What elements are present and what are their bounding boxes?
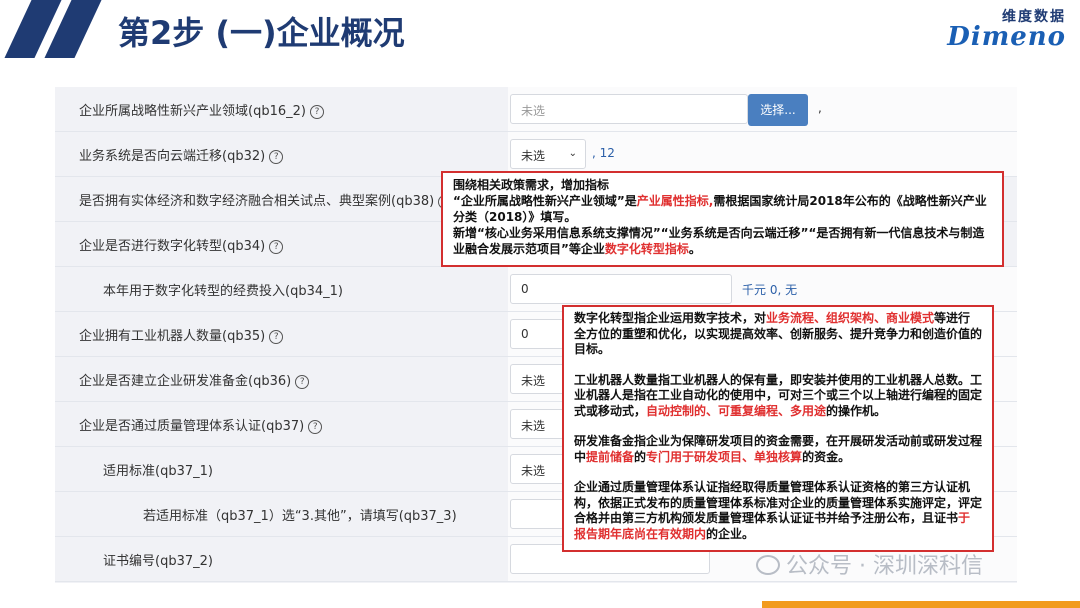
- field-label: 企业是否通过质量管理体系认证(qb37)?: [79, 415, 323, 434]
- chevron-down-icon: ⌄: [568, 148, 577, 159]
- definition-paragraph: 研发准备金指企业为保障研发项目的资金需要，在开展研发活动前或研发过程中提前储备的…: [574, 434, 983, 464]
- page-title: 第2步 (一)企业概况: [118, 14, 405, 52]
- help-icon[interactable]: ?: [295, 375, 310, 389]
- funding-input[interactable]: 0: [510, 274, 732, 304]
- definitions-callout: 数字化转型指企业运用数字技术，对业务流程、组织架构、商业模式等进行全方位的重塑和…: [562, 305, 994, 552]
- field-note: 千元 0, 无: [742, 283, 798, 297]
- dimeno-logo: 维度数据 Dimeno: [936, 6, 1066, 52]
- field-label: 企业所属战略性新兴产业领域(qb16_2)?: [79, 100, 324, 119]
- field-cell: 未选 选择... ,: [508, 87, 1017, 131]
- accent-bar: [762, 601, 1080, 608]
- definition-paragraph: 工业机器人数量指工业机器人的保有量，即安装并使用的工业机器人总数。工业机器人是指…: [574, 372, 983, 418]
- form-row: 企业所属战略性新兴产业领域(qb16_2)? 未选 选择... ,: [55, 87, 1017, 132]
- field-label: 企业是否建立企业研发准备金(qb36)?: [79, 370, 310, 389]
- help-icon[interactable]: ?: [308, 420, 323, 434]
- field-label: 若适用标准（qb37_1）选“3.其他”，请填写(qb37_3): [143, 509, 457, 524]
- help-icon[interactable]: ?: [309, 105, 324, 119]
- policy-callout: 围绕相关政策需求，增加指标 “企业所属战略性新兴产业领域”是产业属性指标,需根据…: [441, 171, 1004, 267]
- field-cell: 未选 ⌄ , 12: [508, 132, 1017, 176]
- field-note: ,: [818, 101, 822, 115]
- industry-input[interactable]: 未选: [510, 94, 748, 124]
- field-label: 适用标准(qb37_1): [103, 464, 213, 479]
- cloud-migration-select[interactable]: 未选 ⌄: [510, 139, 586, 169]
- field-label: 企业拥有工业机器人数量(qb35)?: [79, 325, 284, 344]
- choose-button[interactable]: 选择...: [748, 94, 808, 126]
- watermark: 公众号 · 深圳深科信: [756, 548, 983, 580]
- callout-line: “企业所属战略性新兴产业领域”是产业属性指标,需根据国家统计局2018年公布的《…: [453, 194, 987, 224]
- callout-line: 围绕相关政策需求，增加指标: [453, 178, 610, 192]
- definition-paragraph: 企业通过质量管理体系认证指经取得质量管理体系认证资格的第三方认证机构，依据正式发…: [574, 480, 983, 541]
- definition-paragraph: 数字化转型指企业运用数字技术，对业务流程、组织架构、商业模式等进行全方位的重塑和…: [574, 311, 983, 356]
- help-icon[interactable]: ?: [269, 240, 284, 254]
- logo-en-text: Dimeno: [947, 22, 1066, 52]
- help-icon[interactable]: ?: [269, 330, 284, 344]
- field-label: 业务系统是否向云端迁移(qb32)?: [79, 145, 284, 164]
- field-label: 企业是否进行数字化转型(qb34)?: [79, 235, 284, 254]
- callout-line: 新增“核心业务采用信息系统支撑情况”“业务系统是否向云端迁移”“是否拥有新一代信…: [453, 226, 985, 256]
- help-icon[interactable]: ?: [269, 150, 284, 164]
- field-note: , 12: [592, 146, 615, 160]
- header-bar: 第2步 (一)企业概况 维度数据 Dimeno: [0, 0, 1080, 62]
- wechat-icon: [756, 555, 780, 575]
- field-label: 证书编号(qb37_2): [103, 554, 213, 569]
- field-label: 是否拥有实体经济和数字经济融合相关试点、典型案例(qb38)?: [79, 190, 453, 209]
- field-label: 本年用于数字化转型的经费投入(qb34_1): [103, 284, 343, 299]
